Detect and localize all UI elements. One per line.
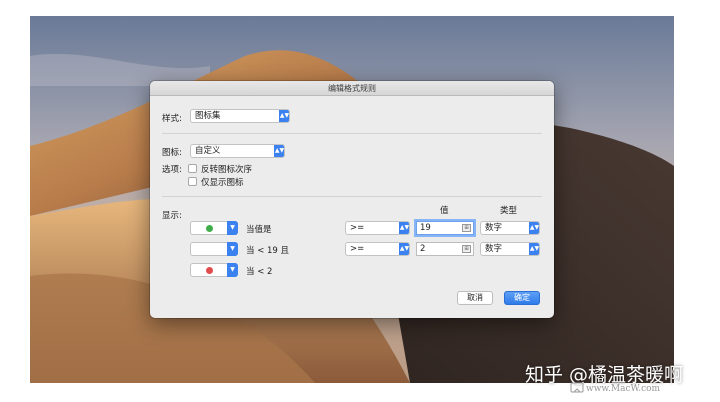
chevron-updown-icon: ▲▼ xyxy=(279,110,289,122)
icon-style-select[interactable]: 自定义 ▲▼ xyxy=(190,144,285,158)
rule-2-condition: 当 < 19 且 xyxy=(246,246,290,256)
chevron-updown-icon: ▲▼ xyxy=(399,243,409,255)
chevron-down-icon: ▼ xyxy=(227,242,238,256)
reverse-order-label: 反转图标次序 xyxy=(201,165,253,175)
macw-logo-icon xyxy=(570,382,584,393)
rule-1-type-value: 数字 xyxy=(485,223,503,233)
dialog-title: 编辑格式规则 xyxy=(150,81,554,96)
icon-label: 图标: xyxy=(162,148,182,158)
rule-1-type-select[interactable]: 数字 ▲▼ xyxy=(480,221,540,235)
rule-1-operator-select[interactable]: >= ▲▼ xyxy=(345,221,410,235)
rule-2-icon-select[interactable]: ▼ xyxy=(190,242,238,256)
rule-2-type-select[interactable]: 数字 ▲▼ xyxy=(480,242,540,256)
type-column-header: 类型 xyxy=(500,206,518,216)
style-select[interactable]: 图标集 ▲▼ xyxy=(190,109,290,123)
chevron-updown-icon: ▲▼ xyxy=(529,222,539,234)
rule-1-value-input[interactable]: 19 ⊞ xyxy=(416,221,474,235)
rule-3-icon-select[interactable]: ▼ xyxy=(190,263,238,277)
style-label: 样式: xyxy=(162,114,182,124)
reverse-order-checkbox[interactable] xyxy=(188,164,197,173)
rule-2-value-input[interactable]: 2 ⊞ xyxy=(416,242,474,256)
chevron-updown-icon: ▲▼ xyxy=(529,243,539,255)
chevron-updown-icon: ▲▼ xyxy=(399,222,409,234)
rule-2-operator-select[interactable]: >= ▲▼ xyxy=(345,242,410,256)
divider xyxy=(162,196,542,197)
green-circle-icon xyxy=(206,225,213,232)
rule-1-icon-select[interactable]: ▼ xyxy=(190,221,238,235)
value-column-header: 值 xyxy=(440,206,449,216)
red-circle-icon xyxy=(206,267,213,274)
cell-picker-icon[interactable]: ⊞ xyxy=(462,224,471,232)
chevron-down-icon: ▼ xyxy=(227,221,238,235)
rule-1-operator-value: >= xyxy=(350,223,365,233)
rule-1-value: 19 xyxy=(420,223,431,233)
rule-1-condition: 当值是 xyxy=(246,225,272,235)
divider xyxy=(162,133,542,134)
cancel-button[interactable]: 取消 xyxy=(457,291,493,305)
rule-3-condition: 当 < 2 xyxy=(246,267,273,277)
style-select-value: 图标集 xyxy=(195,111,221,121)
rule-2-operator-value: >= xyxy=(350,244,365,254)
icon-style-select-value: 自定义 xyxy=(195,146,221,156)
options-label: 选项: xyxy=(162,165,182,175)
edit-format-rule-dialog: 编辑格式规则 样式: 图标集 ▲▼ 图标: 自定义 ▲▼ 选项: 反转图标次序 … xyxy=(150,81,554,318)
show-icon-only-checkbox[interactable] xyxy=(188,177,197,186)
rule-2-type-value: 数字 xyxy=(485,244,503,254)
rule-2-value: 2 xyxy=(420,244,426,254)
display-label: 显示: xyxy=(162,211,182,221)
cell-picker-icon[interactable]: ⊞ xyxy=(462,245,471,253)
show-icon-only-label: 仅显示图标 xyxy=(201,178,244,188)
chevron-updown-icon: ▲▼ xyxy=(274,145,284,157)
chevron-down-icon: ▼ xyxy=(227,263,238,277)
site-watermark: www.MacW.com xyxy=(586,384,661,394)
zhihu-watermark: 知乎 @橘温茶暖啊 xyxy=(525,364,684,386)
ok-button[interactable]: 确定 xyxy=(504,291,540,305)
